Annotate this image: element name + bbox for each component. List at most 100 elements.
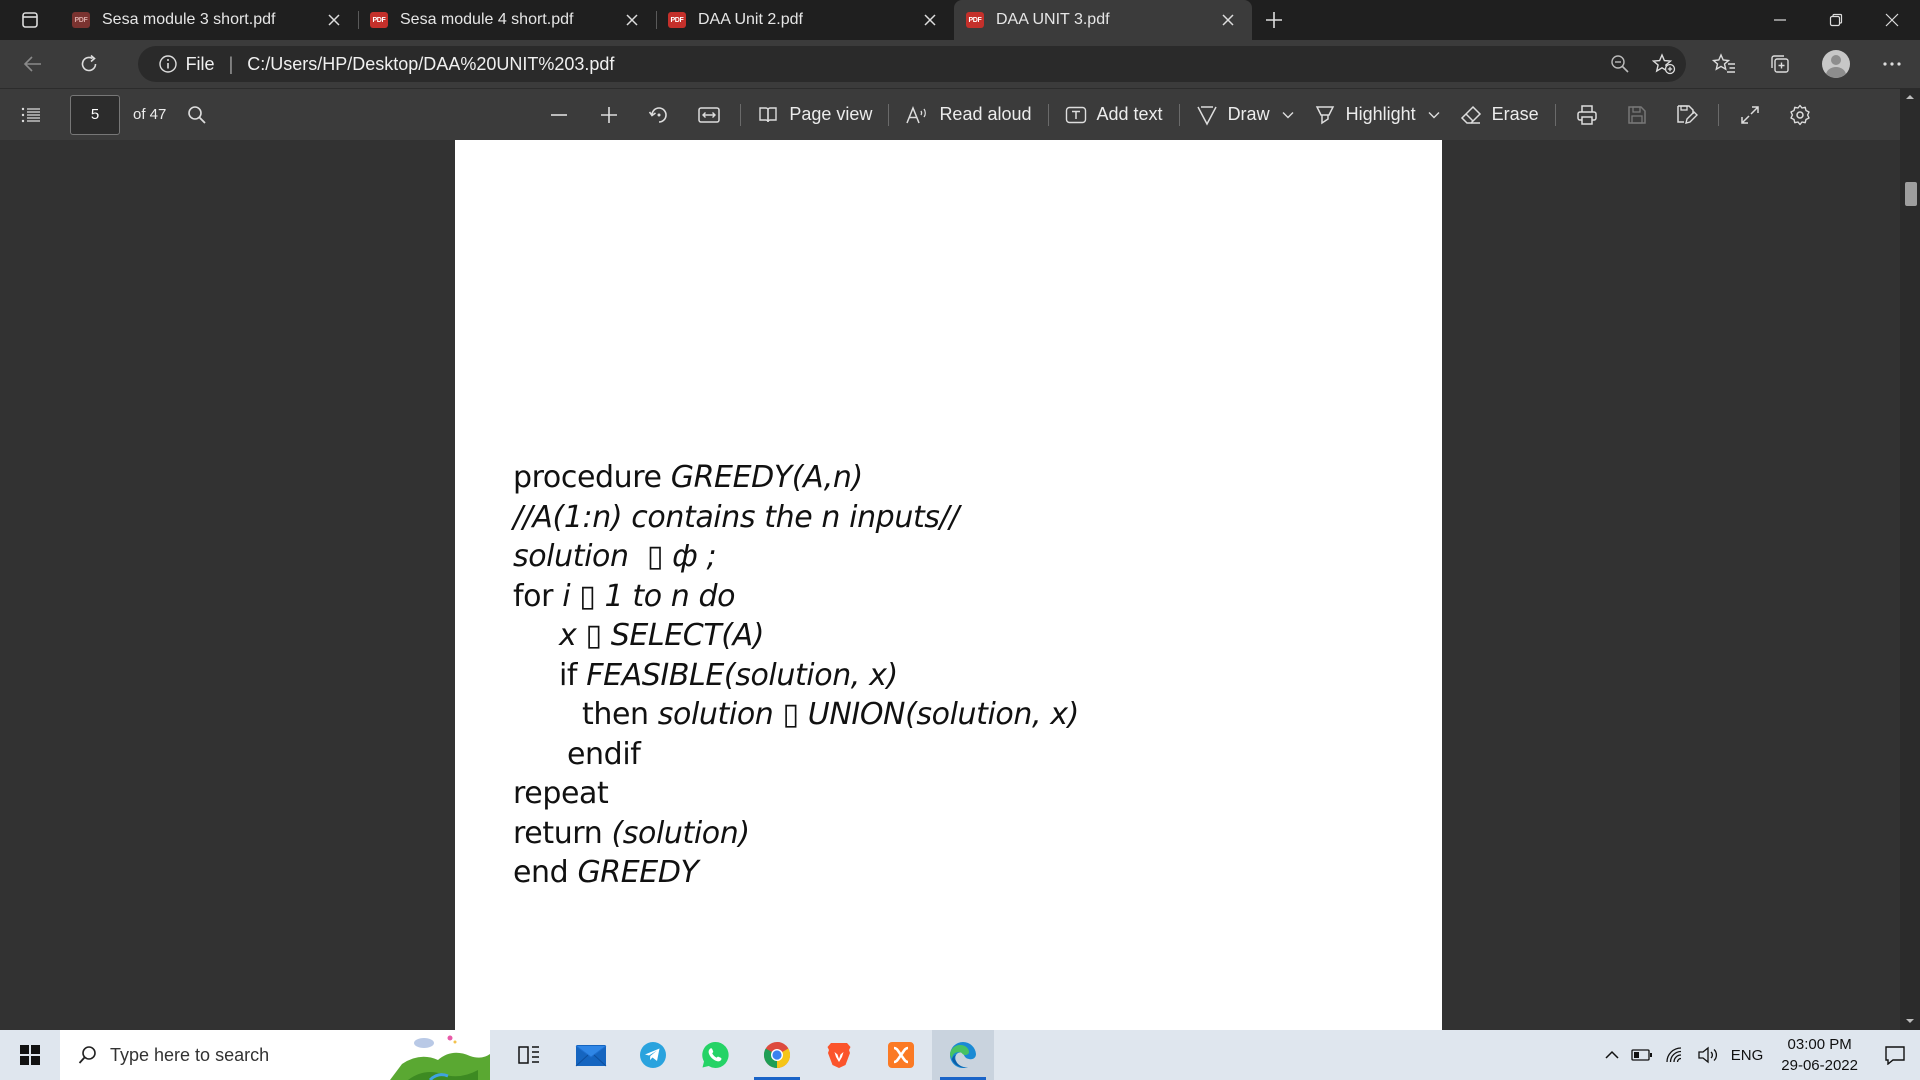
- minimize-button[interactable]: [1752, 0, 1808, 40]
- greedy-pseudocode: procedure GREEDY(A,n)//A(1:n) contains t…: [513, 458, 1079, 893]
- zoom-out-button[interactable]: [534, 95, 584, 135]
- pdf-settings-button[interactable]: [1775, 95, 1825, 135]
- site-info-button[interactable]: File: [158, 54, 215, 75]
- page-view-button[interactable]: Page view: [747, 95, 882, 135]
- chrome-icon: [763, 1041, 791, 1069]
- highlighter-icon: [1315, 105, 1334, 124]
- save-as-button[interactable]: [1662, 95, 1712, 135]
- search-icon: [188, 105, 207, 124]
- chrome-app-button[interactable]: [746, 1030, 808, 1080]
- start-button[interactable]: [0, 1030, 60, 1080]
- battery-status[interactable]: [1625, 1030, 1659, 1080]
- clock[interactable]: 03:00 PM 29-06-2022: [1769, 1034, 1870, 1076]
- search-highlight-landscape-icon: [390, 1035, 490, 1080]
- toolbar-divider: [1047, 103, 1049, 126]
- system-tray: ENG 03:00 PM 29-06-2022: [1599, 1030, 1920, 1080]
- tab-1[interactable]: PDF Sesa module 4 short.pdf: [358, 0, 656, 40]
- favorites-button[interactable]: [1696, 44, 1752, 84]
- pdf-file-icon: PDF: [370, 12, 388, 28]
- code-line: if FEASIBLE(solution, x): [513, 656, 1079, 696]
- close-icon: [1222, 14, 1234, 26]
- notification-icon: [1885, 1046, 1905, 1065]
- tab-close-button[interactable]: [322, 8, 346, 32]
- scroll-down-arrow-icon[interactable]: [1905, 1016, 1915, 1026]
- xampp-app-button[interactable]: [870, 1030, 932, 1080]
- fit-to-width-button[interactable]: [684, 95, 734, 135]
- whatsapp-app-button[interactable]: [684, 1030, 746, 1080]
- tab-0[interactable]: PDF Sesa module 3 short.pdf: [60, 0, 358, 40]
- tab-3-active[interactable]: PDF DAA UNIT 3.pdf: [954, 0, 1252, 40]
- taskbar-search-box[interactable]: Type here to search: [60, 1030, 490, 1080]
- show-hidden-icons-button[interactable]: [1599, 1030, 1625, 1080]
- code-line: for i ▯ 1 to n do: [513, 577, 1079, 617]
- chevron-up-icon: [1605, 1050, 1619, 1059]
- find-button[interactable]: [172, 95, 222, 135]
- address-box[interactable]: File | C:/Users/HP/Desktop/DAA%20UNIT%20…: [137, 46, 1687, 82]
- chevron-down-icon[interactable]: [1428, 111, 1440, 119]
- favorites-icon: [1712, 53, 1736, 73]
- tab-actions-menu-button[interactable]: [0, 0, 60, 40]
- settings-more-button[interactable]: [1864, 44, 1920, 84]
- restore-button[interactable]: [1808, 0, 1864, 40]
- new-tab-button[interactable]: [1252, 0, 1296, 40]
- close-icon: [1885, 13, 1899, 27]
- toolbar-divider: [1554, 103, 1556, 126]
- draw-button[interactable]: Draw: [1186, 95, 1304, 135]
- add-favorite-icon[interactable]: [1652, 53, 1676, 75]
- input-language[interactable]: ENG: [1725, 1030, 1770, 1080]
- vertical-scrollbar[interactable]: [1900, 88, 1920, 1030]
- profile-button[interactable]: [1808, 44, 1864, 84]
- code-text: for: [513, 578, 563, 614]
- windows-logo-icon: [20, 1045, 40, 1065]
- page-number-input[interactable]: 5: [70, 94, 120, 135]
- chevron-down-icon[interactable]: [1282, 111, 1294, 119]
- collections-button[interactable]: [1752, 44, 1808, 84]
- add-text-label: Add text: [1096, 104, 1163, 124]
- close-window-button[interactable]: [1864, 0, 1920, 40]
- draw-pen-icon: [1196, 105, 1217, 126]
- tab-close-button[interactable]: [620, 8, 644, 32]
- erase-button[interactable]: Erase: [1450, 95, 1549, 135]
- tab-actions-icon: [22, 12, 38, 28]
- rotate-button[interactable]: [634, 95, 684, 135]
- brave-app-button[interactable]: [808, 1030, 870, 1080]
- edge-app-button[interactable]: [932, 1030, 994, 1080]
- scroll-up-arrow-icon[interactable]: [1905, 92, 1915, 102]
- tab-close-button[interactable]: [1216, 8, 1240, 32]
- tab-title: Sesa module 3 short.pdf: [102, 11, 276, 28]
- erase-label: Erase: [1491, 104, 1539, 124]
- tab-2[interactable]: PDF DAA Unit 2.pdf: [656, 0, 954, 40]
- mail-icon: [575, 1045, 607, 1067]
- pdf-viewport[interactable]: procedure GREEDY(A,n)//A(1:n) contains t…: [0, 140, 1900, 1030]
- address-box-actions: [1610, 46, 1676, 82]
- code-italic-text: x ▯ SELECT(A): [559, 618, 765, 653]
- window-controls: [1752, 0, 1920, 40]
- add-text-button[interactable]: Add text: [1055, 95, 1173, 135]
- read-aloud-button[interactable]: Read aloud: [895, 95, 1041, 135]
- telegram-app-button[interactable]: [622, 1030, 684, 1080]
- print-button[interactable]: [1562, 95, 1612, 135]
- network-status[interactable]: [1659, 1030, 1691, 1080]
- pdf-toolbar: 5 of 47 Page view Read aloud Add text Dr…: [0, 88, 1920, 140]
- full-screen-button[interactable]: [1725, 95, 1775, 135]
- printer-icon: [1576, 104, 1597, 125]
- highlight-button[interactable]: Highlight: [1304, 95, 1450, 135]
- table-of-contents-button[interactable]: [6, 95, 56, 135]
- scheme-label: File: [185, 53, 215, 74]
- tab-close-button[interactable]: [918, 8, 942, 32]
- code-line: repeat: [513, 774, 1079, 814]
- mail-app-button[interactable]: [560, 1030, 622, 1080]
- read-aloud-icon: [906, 105, 927, 123]
- whatsapp-icon: [702, 1041, 729, 1068]
- save-as-icon: [1676, 104, 1698, 124]
- scrollbar-thumb[interactable]: [1905, 182, 1917, 206]
- notification-center-button[interactable]: [1870, 1030, 1920, 1080]
- url-text[interactable]: C:/Users/HP/Desktop/DAA%20UNIT%203.pdf: [247, 54, 614, 75]
- refresh-button[interactable]: [66, 44, 112, 84]
- task-view-button[interactable]: [498, 1030, 560, 1080]
- zoom-out-icon[interactable]: [1610, 54, 1630, 74]
- back-button[interactable]: [10, 44, 56, 84]
- volume-control[interactable]: [1691, 1030, 1725, 1080]
- save-button[interactable]: [1612, 95, 1662, 135]
- zoom-in-button[interactable]: [584, 95, 634, 135]
